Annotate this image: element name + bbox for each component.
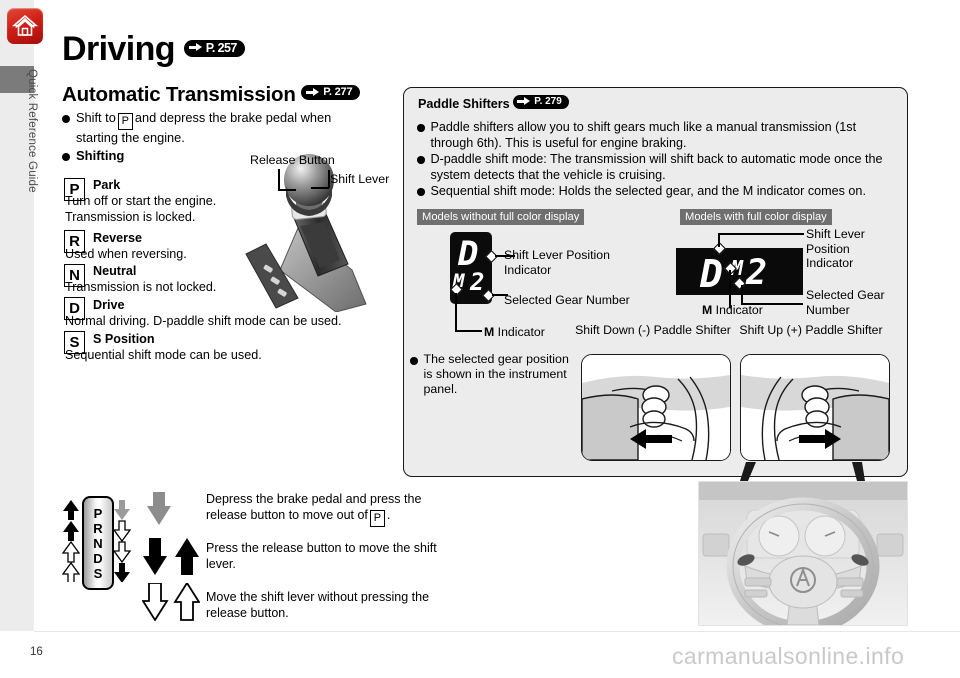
gate-letter-n: N	[93, 535, 103, 551]
section-title: Automatic Transmission P. 277	[62, 83, 361, 107]
caption-shift-down-paddle: Shift Down (-) Paddle Shifter	[575, 323, 731, 337]
page-title: Driving P. 257	[62, 30, 245, 69]
panel-reference-text: P. 279	[534, 95, 562, 107]
gate-arrows-left	[62, 500, 80, 582]
panel-title: Paddle Shifters P. 279	[418, 94, 569, 112]
callout-shift-lever: Shift Lever	[330, 172, 390, 186]
watermark: carmanualsonline.info	[672, 643, 905, 669]
m-indicator-letter: M	[484, 325, 495, 339]
label-models-without-color-display: Models without full color display	[417, 209, 585, 225]
leader-line	[455, 293, 457, 331]
leader-line	[278, 189, 296, 191]
caption-shift-up-paddle: Shift Up (+) Paddle Shifter	[739, 323, 883, 337]
section-reference-text: P. 277	[323, 86, 353, 99]
steering-wheel-photo	[698, 481, 908, 626]
home-icon[interactable]	[7, 8, 43, 44]
section-reference-badge[interactable]: P. 277	[301, 85, 361, 101]
bullet-dot-icon	[410, 357, 418, 365]
manual-page: Quick Reference Guide Driving P. 257 Aut…	[0, 0, 960, 678]
bullet-dot-icon	[62, 153, 70, 161]
legend-arrow-black-pair	[143, 538, 199, 575]
color-selected-gear: 2	[746, 253, 768, 293]
gate-letter-p: P	[93, 505, 103, 521]
gate-arrows-right	[113, 500, 131, 582]
page-reference-badge[interactable]: P. 257	[183, 39, 245, 57]
panel-title-text: Paddle Shifters	[418, 97, 510, 111]
m-indicator-word: Indicator	[712, 303, 763, 317]
instrument-panel-note: The selected gear position is shown in t…	[410, 352, 570, 398]
gear-name-reverse: Reverse	[93, 231, 143, 245]
shifting-label: Shifting	[76, 148, 125, 163]
leader-line	[328, 170, 330, 188]
panel-reference-badge[interactable]: P. 279	[513, 94, 569, 109]
panel-bullet: D-paddle shift mode: The transmission wi…	[417, 152, 895, 183]
paddle-illustration-down	[581, 354, 731, 461]
arrow-right-icon	[188, 43, 203, 52]
gear-desc-drive: Normal driving. D-paddle shift mode can …	[65, 314, 342, 328]
intro-text-before: Shift to	[76, 110, 116, 125]
footer-divider	[34, 631, 960, 632]
gear-desc-s-position: Sequential shift mode can be used.	[65, 348, 262, 362]
legend-text-1: Depress the brake pedal and press the re…	[206, 492, 446, 527]
sidebar: Quick Reference Guide	[0, 0, 38, 631]
arrow-right-icon	[306, 87, 320, 97]
leader-line	[455, 330, 482, 332]
bullet-dot-icon	[417, 188, 425, 196]
legend-arrow-outline-pair	[142, 583, 200, 621]
color-shift-position: D	[700, 252, 723, 296]
leader-line	[741, 285, 743, 304]
panel-bullet-list: Paddle shifters allow you to shift gears…	[417, 120, 895, 201]
mono-selected-gear: 2	[470, 268, 485, 296]
gear-name-park: Park	[93, 178, 121, 192]
m-indicator-word: Indicator	[494, 325, 545, 339]
panel-bullet: Sequential shift mode: Holds the selecte…	[417, 184, 895, 200]
gear-name-drive: Drive	[93, 298, 125, 312]
legend-arrow-gray-down	[147, 492, 171, 525]
callout-shift-lever-position-mono: Shift Lever Position Indicator	[504, 248, 610, 277]
gear-glyph-p: P	[117, 113, 133, 130]
gear-name-neutral: Neutral	[93, 264, 137, 278]
panel-bullet-text: D-paddle shift mode: The transmission wi…	[430, 152, 883, 182]
shift-gate-diagram: P R N D S	[82, 496, 114, 590]
callout-release-button: Release Button	[250, 153, 335, 167]
gear-glyph-p: P	[369, 509, 385, 527]
callout-selected-gear-color: Selected Gear Number	[806, 288, 885, 317]
instrument-panel-note-text: The selected gear position is shown in t…	[423, 352, 569, 397]
callout-m-indicator-color: M Indicator	[702, 303, 763, 318]
intro-bullet: Shift to Pand depress the brake pedal whe…	[62, 110, 372, 146]
bullet-dot-icon	[417, 156, 425, 164]
m-indicator-letter: M	[702, 303, 713, 317]
paddle-illustration-up	[740, 354, 890, 461]
intro-text: Shift to Pand depress the brake pedal whe…	[76, 110, 372, 146]
legend-text-3: Move the shift lever without pressing th…	[206, 590, 430, 620]
panel-bullet-text: Paddle shifters allow you to shift gears…	[430, 120, 857, 150]
legend-text-1-body: Depress the brake pedal and press the re…	[206, 492, 422, 522]
gate-letter-d: D	[93, 550, 103, 566]
callout-selected-gear-mono: Selected Gear Number	[504, 293, 630, 307]
leader-line	[278, 169, 280, 190]
label-models-with-color-display: Models with full color display	[680, 209, 832, 225]
bullet-dot-icon	[62, 115, 70, 123]
gate-letter-s: S	[93, 565, 103, 581]
gear-name-s-position: S Position	[93, 332, 155, 346]
panel-bullet-text: Sequential shift mode: Holds the selecte…	[430, 184, 866, 199]
leader-line	[718, 233, 804, 235]
section-title-text: Automatic Transmission	[62, 83, 296, 106]
leader-line	[718, 233, 720, 247]
callout-m-indicator-mono: M Indicator	[484, 325, 545, 340]
gate-letter-r: R	[93, 520, 103, 536]
shifting-bullet: Shifting	[62, 148, 262, 164]
panel-bullet: Paddle shifters allow you to shift gears…	[417, 120, 895, 151]
bullet-dot-icon	[417, 124, 425, 132]
callout-shift-lever-position-color: Shift Lever Position Indicator	[806, 227, 865, 270]
page-reference-text: P. 257	[205, 40, 238, 55]
page-title-text: Driving	[62, 30, 176, 68]
arrow-right-icon	[517, 96, 531, 106]
page-number: 16	[30, 646, 43, 658]
sidebar-label: Quick Reference Guide	[26, 69, 38, 193]
leader-line	[311, 187, 329, 189]
legend-text-2: Press the release button to move the shi…	[206, 541, 437, 571]
